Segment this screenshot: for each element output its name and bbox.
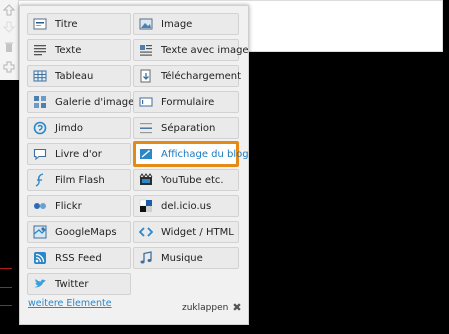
trash-icon[interactable] [2,40,16,54]
image-icon [138,16,154,32]
more-elements-link[interactable]: weitere Elemente [28,298,112,309]
flickr-icon [32,198,48,214]
map-icon [32,224,48,240]
close-icon: ✖ [232,301,242,314]
code-icon [138,224,154,240]
element-label: RSS Feed [55,252,102,264]
element-button-guestbook[interactable]: Livre d'or [27,143,131,165]
add-icon[interactable] [2,60,16,74]
element-button-flash-film[interactable]: Film Flash [27,169,131,191]
move-down-icon[interactable] [2,20,16,34]
element-button-twitter[interactable]: Twitter [27,273,131,295]
separator-icon [138,120,154,136]
element-label: Téléchargement [161,70,242,82]
move-up-icon[interactable] [2,3,16,17]
twitter-icon [32,276,48,292]
download-icon [138,68,154,84]
table-icon [32,68,48,84]
element-label: Texte [55,44,82,56]
side-toolbar [0,0,19,80]
element-button-text[interactable]: Texte [27,39,131,61]
element-button-rss[interactable]: RSS Feed [27,247,131,269]
element-button-delicious[interactable]: del.icio.us [133,195,239,217]
element-label: GoogleMaps [55,226,117,238]
element-label: Titre [55,18,78,30]
form-icon [138,94,154,110]
element-button-separator[interactable]: Séparation [133,117,239,139]
element-button-form[interactable]: Formulaire [133,91,239,113]
collapse-button[interactable]: zuklappen ✖ [182,301,242,314]
guestbook-icon [32,146,48,162]
editor-screen: Titre Image Texte Texte avec image Table… [0,0,449,334]
element-label: Tableau [55,70,94,82]
element-label: Jimdo [55,122,83,134]
element-label: Galerie d'images [55,96,140,108]
element-palette: Titre Image Texte Texte avec image Table… [19,5,249,325]
blog-icon [138,146,154,162]
element-button-youtube[interactable]: YouTube etc. [133,169,239,191]
jimdo-icon [32,120,48,136]
element-button-image[interactable]: Image [133,13,239,35]
element-label: Séparation [161,122,216,134]
red-marker [0,287,12,288]
flash-icon [32,172,48,188]
element-button-table[interactable]: Tableau [27,65,131,87]
element-label: YouTube etc. [161,174,224,186]
element-button-flickr[interactable]: Flickr [27,195,131,217]
red-marker [0,305,12,306]
element-label: Affichage du blog [161,148,249,160]
element-button-download[interactable]: Téléchargement [133,65,242,87]
delicious-icon [138,198,154,214]
text-icon [32,42,48,58]
element-button-widget-html[interactable]: Widget / HTML [133,221,239,243]
element-label: Twitter [55,278,89,290]
element-label: Flickr [55,200,82,212]
element-button-music[interactable]: Musique [133,247,239,269]
element-button-jimdo[interactable]: Jimdo [27,117,131,139]
element-label: Image [161,18,193,30]
element-button-gallery[interactable]: Galerie d'images [27,91,139,113]
element-button-title[interactable]: Titre [27,13,131,35]
element-label: del.icio.us [161,200,212,212]
element-label: Widget / HTML [161,226,234,238]
rss-icon [32,250,48,266]
red-marker [0,268,12,269]
element-button-text-with-image[interactable]: Texte avec image [133,39,249,61]
element-button-googlemaps[interactable]: GoogleMaps [27,221,131,243]
element-button-blog[interactable]: Affichage du blog [133,141,249,167]
text-with-image-icon [138,42,154,58]
gallery-icon [32,94,48,110]
element-label: Musique [161,252,203,264]
element-label: Livre d'or [55,148,102,160]
music-icon [138,250,154,266]
element-label: Film Flash [55,174,105,186]
collapse-label: zuklappen [182,302,229,313]
title-icon [32,16,48,32]
element-label: Formulaire [161,96,215,108]
video-icon [138,172,154,188]
element-label: Texte avec image [161,44,249,56]
